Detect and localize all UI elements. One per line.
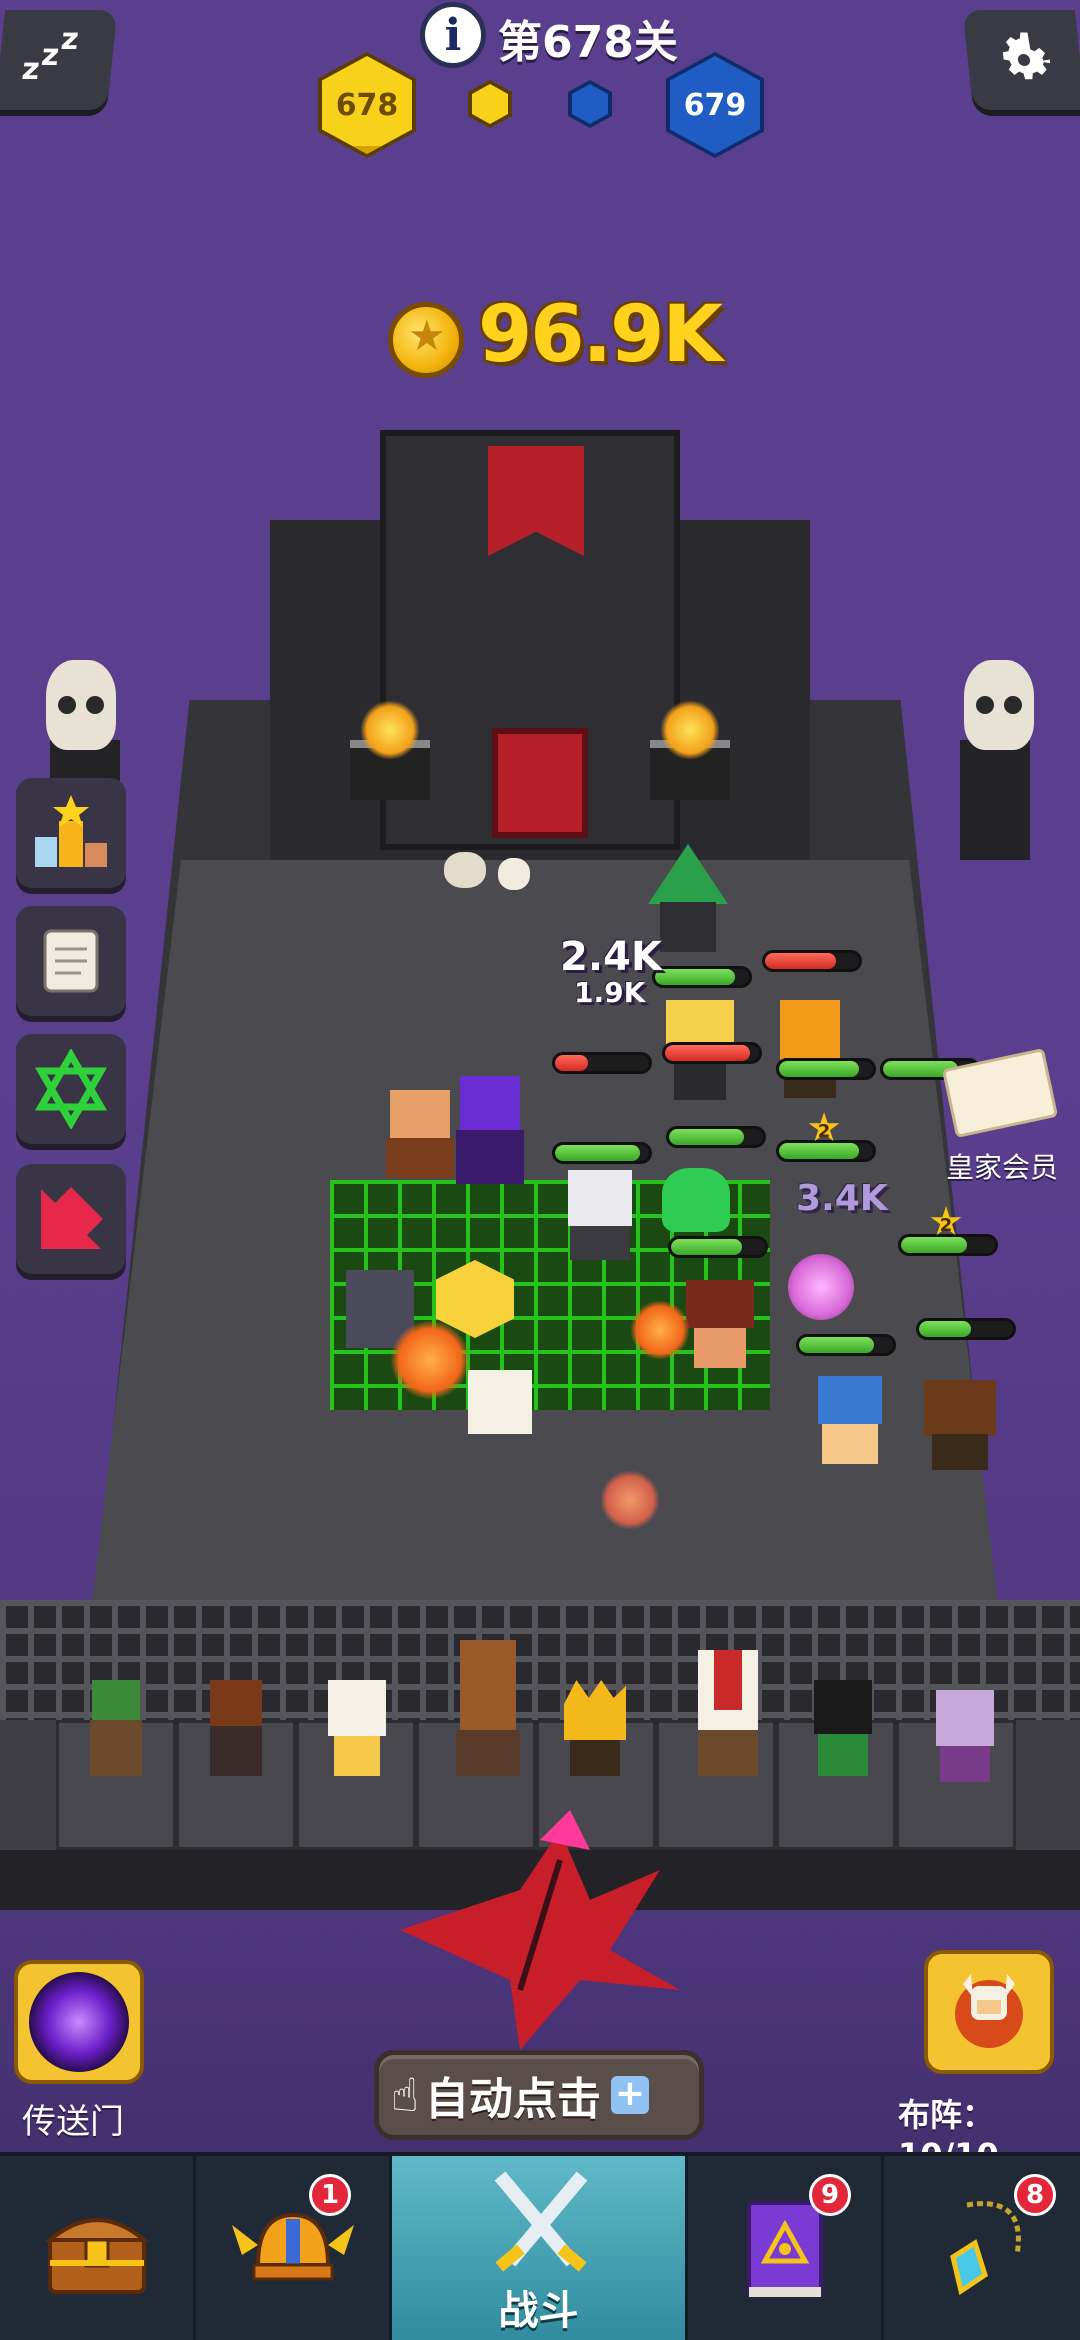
unit-hp-bar xyxy=(662,1042,762,1064)
enemy-orange-hair[interactable] xyxy=(770,1000,850,1100)
red-dragon[interactable] xyxy=(360,1790,690,2060)
bench-hero-archer[interactable] xyxy=(84,1680,148,1780)
bottom-tab-bar: 1 战斗 9 8 xyxy=(0,2152,1080,2340)
next-level-hex: 679 xyxy=(666,52,764,158)
damage-number: 1.9K xyxy=(574,976,646,1009)
unit-hp-bar xyxy=(796,1334,896,1356)
star-level-badge: ★ 2 xyxy=(928,1199,964,1245)
plus-icon[interactable]: + xyxy=(611,2076,650,2114)
hero-knight-white[interactable] xyxy=(560,1170,640,1260)
hero-purple[interactable] xyxy=(450,1076,530,1186)
castle-door xyxy=(492,728,588,838)
leaderboard-button[interactable] xyxy=(16,778,126,888)
enemy-brown-hair[interactable] xyxy=(920,1380,1000,1470)
tab-amulet[interactable]: 8 xyxy=(884,2156,1080,2340)
unit-hp-bar xyxy=(666,1126,766,1148)
settings-button[interactable] xyxy=(962,10,1080,110)
amulet-icon xyxy=(950,2201,1021,2296)
portal-label: 传送门 xyxy=(22,2102,124,2142)
portal-button[interactable] xyxy=(14,1960,144,2084)
enemy-pink-orb[interactable] xyxy=(788,1254,858,1324)
gold-amount: 96.9K xyxy=(478,290,723,380)
scroll-icon xyxy=(43,929,99,993)
tab-spellbook[interactable]: 9 xyxy=(688,2156,884,2340)
coin-icon xyxy=(388,302,464,378)
unit-hp-bar xyxy=(652,966,752,988)
fire-effect xyxy=(630,1300,690,1360)
skull-right xyxy=(964,660,1034,750)
skull-left xyxy=(46,660,116,750)
tab-heroes[interactable]: 1 xyxy=(196,2156,392,2340)
hero-white-blocky[interactable] xyxy=(460,1370,540,1450)
bench-hero-viking[interactable] xyxy=(690,1650,766,1780)
amulet-badge: 8 xyxy=(1014,2174,1056,2216)
gear-icon xyxy=(1002,32,1051,80)
tab-battle[interactable]: 战斗 xyxy=(392,2156,688,2340)
fire-left xyxy=(360,700,420,760)
progress-node-done xyxy=(468,80,512,128)
bench-hero-chief[interactable] xyxy=(446,1640,530,1780)
bench-hero-dark[interactable] xyxy=(808,1680,878,1780)
pillar-right xyxy=(960,740,1030,860)
current-level-hex: 678 xyxy=(318,52,416,158)
formation-button[interactable] xyxy=(924,1950,1054,2074)
hexagram-icon xyxy=(34,1049,108,1129)
level-title: 第678关 xyxy=(498,17,678,68)
bench-hero-spiky[interactable] xyxy=(560,1680,630,1780)
bench-hero-pink[interactable] xyxy=(930,1690,1000,1786)
star-level-badge: ★ 2 xyxy=(806,1105,842,1151)
enemy-blue-hood[interactable] xyxy=(810,1376,890,1466)
podium-icon xyxy=(35,795,107,867)
quest-scroll-button[interactable] xyxy=(16,906,126,1016)
unit-hp-bar xyxy=(776,1058,876,1080)
treasure-chest-icon xyxy=(44,2218,149,2294)
heroes-badge: 1 xyxy=(309,2174,351,2216)
fire-right xyxy=(660,700,720,760)
floor-skull xyxy=(444,852,486,888)
bench-hero-angel[interactable] xyxy=(322,1680,392,1780)
auto-click-button[interactable]: ☝ 自动点击 + xyxy=(374,2050,704,2140)
zzz-sleep-icon: z z z xyxy=(20,22,81,87)
collapse-arrow-button[interactable] xyxy=(16,1164,126,1274)
smoke-effect xyxy=(600,1470,660,1530)
floor-skull xyxy=(498,858,530,890)
portal-icon xyxy=(29,1972,129,2072)
valkyrie-icon xyxy=(955,1974,1023,2048)
unit-hp-bar xyxy=(552,1052,652,1074)
fire-effect xyxy=(390,1320,470,1400)
sleep-button[interactable]: z z z xyxy=(0,10,118,110)
hexagram-button[interactable] xyxy=(16,1034,126,1144)
crossed-swords-icon xyxy=(494,2171,588,2272)
info-icon[interactable]: i xyxy=(420,2,486,68)
unit-hp-bar xyxy=(668,1236,768,1258)
spellbook-badge: 9 xyxy=(809,2174,851,2216)
bench-hero-rogue[interactable] xyxy=(204,1680,268,1780)
unit-hp-bar xyxy=(762,950,862,972)
hero-brown[interactable] xyxy=(380,1090,460,1180)
vip-label[interactable]: 皇家会员 xyxy=(946,1146,1058,1186)
progress-node-pending xyxy=(568,80,612,128)
damage-number: 2.4K xyxy=(560,934,662,980)
auto-click-label: 自动点击 xyxy=(425,2074,602,2125)
unit-hp-bar xyxy=(552,1142,652,1164)
tap-hand-icon: ☝ xyxy=(391,2068,420,2122)
arrow-down-left-icon xyxy=(41,1187,103,1249)
enemy-red-hair[interactable] xyxy=(680,1280,760,1370)
unit-hp-bar xyxy=(916,1318,1016,1340)
damage-number: 3.4K xyxy=(796,1178,888,1219)
bench-grate xyxy=(0,1600,1080,1720)
tab-treasure[interactable] xyxy=(0,2156,196,2340)
tab-battle-label: 战斗 xyxy=(498,2288,579,2334)
